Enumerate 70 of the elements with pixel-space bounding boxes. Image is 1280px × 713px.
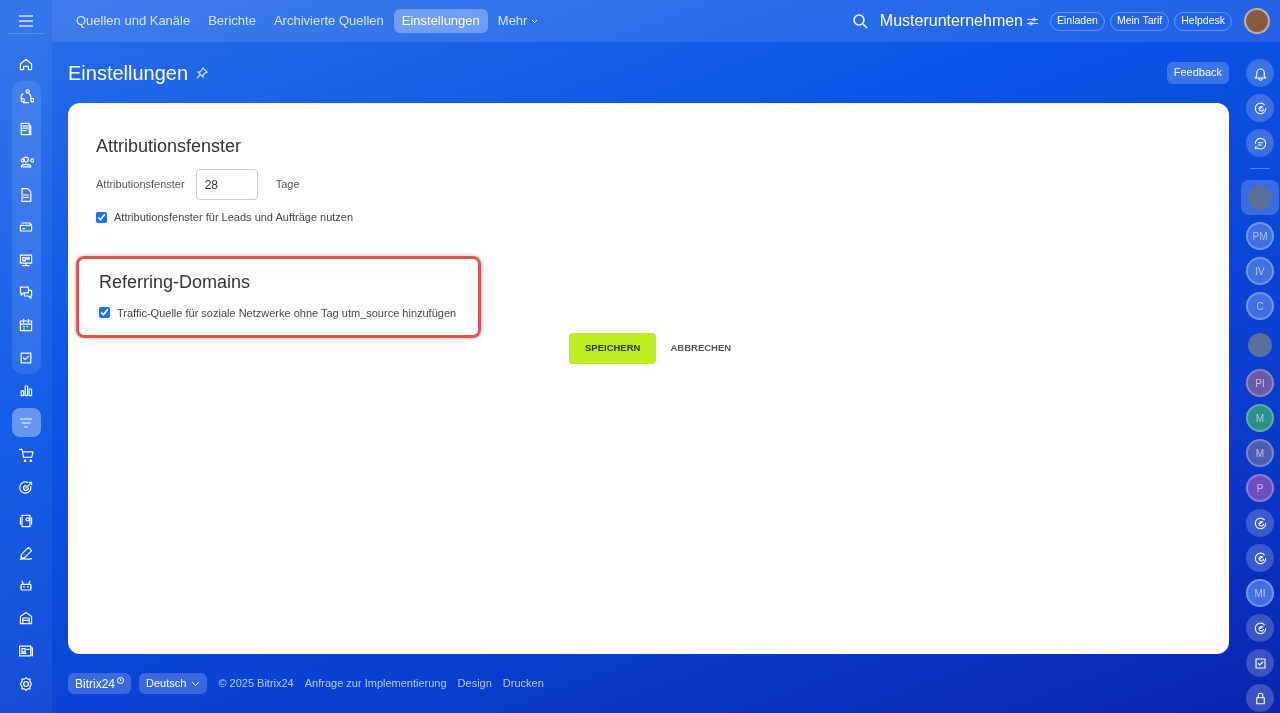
cart-icon [18,447,34,464]
calendar-icon [18,317,34,334]
nav-tab[interactable]: Quellen und Kanäle [68,9,199,33]
avatar-initials[interactable]: M [1246,439,1274,467]
footer-link[interactable]: Anfrage zur Implementierung [304,675,447,692]
swirl-icon [1252,620,1268,636]
chevron-down-icon [531,18,539,24]
pin-icon[interactable] [196,66,209,79]
sidebar-button[interactable] [1246,509,1274,537]
search-icon[interactable] [852,13,868,29]
avatar-initials[interactable]: MI [1246,579,1274,607]
checkbox-label: Traffic-Quelle für soziale Netzwerke ohne Tag utm_source hinzufügen [117,305,457,321]
home-icon [18,56,34,73]
avatar-initials[interactable]: PM [1246,222,1274,250]
target-icon [18,480,34,496]
sidebar-button[interactable] [1246,649,1274,677]
company-name[interactable]: Musterunternehmen [879,9,1023,33]
bell-icon [1252,65,1268,81]
sidebar-button[interactable] [1246,94,1274,122]
avatar-initials[interactable]: IV [1246,257,1274,285]
footer-link[interactable]: Drucken [502,675,544,692]
chevron-down-icon [191,680,201,687]
settings-icon [18,675,34,692]
id-card-icon [18,643,34,659]
avatar-initials[interactable]: PI [1246,369,1274,397]
brand-button[interactable]: Bitrix24 [68,673,131,694]
feedback-button[interactable]: Feedback [1166,61,1229,84]
nav-tab[interactable]: Mehr [489,9,547,33]
device-icon [18,512,34,529]
clock-icon [117,677,124,684]
number-input[interactable]: 28 [195,169,258,200]
section-title: Referring-Domains [99,270,252,294]
checkbox-task-icon [1252,655,1268,671]
language-dropdown[interactable]: Deutsch [139,673,208,694]
cancel-button[interactable]: ABBRECHEN [668,333,734,364]
nav-tab[interactable]: Einstellungen [393,9,488,33]
page-title: Einstellungen [68,60,189,86]
avatar-initials[interactable]: P [1246,474,1274,502]
swirl-icon [1252,100,1268,116]
chat-bubbles-icon [18,284,34,301]
pen-icon [18,545,34,562]
unit-label: Tage [275,177,300,193]
checkbox-label: Attributionsfenster für Leads und Aufträge nutzen [114,210,354,225]
sidebar-button[interactable] [1246,614,1274,642]
sidebar-button[interactable] [1246,129,1274,157]
sliders-icon[interactable] [1027,16,1038,26]
save-button[interactable]: SPEICHERN [569,333,657,364]
checkbox[interactable] [96,211,107,223]
chat-search-icon [1252,135,1268,151]
user-avatar[interactable] [1244,8,1270,34]
checkbox[interactable] [99,307,110,319]
document-icon [18,186,34,203]
sidebar-button[interactable] [1246,544,1274,572]
newspaper-icon [18,121,34,138]
sidebar-button[interactable] [1246,684,1274,712]
section-title: Attributionsfenster [96,135,243,158]
swirl-icon [1252,550,1268,566]
footer-link[interactable]: Design [457,675,492,692]
field-label: Attributionsfenster [96,177,185,193]
avatar-initials[interactable]: M [1246,404,1274,432]
circle-nodes-icon [18,88,34,105]
bar-chart-icon [18,382,34,399]
sidebar-button[interactable] [1246,59,1274,87]
copyright-text: © 2025 Bitrix24 [218,676,294,692]
nav-tab[interactable]: Berichte [200,9,264,33]
avatar-initials[interactable]: C [1246,292,1274,320]
swirl-icon [1252,515,1268,531]
sidebar-item[interactable] [11,408,41,438]
warehouse-icon [18,610,34,627]
nav-tab[interactable]: Archivierte Quellen [265,9,392,33]
